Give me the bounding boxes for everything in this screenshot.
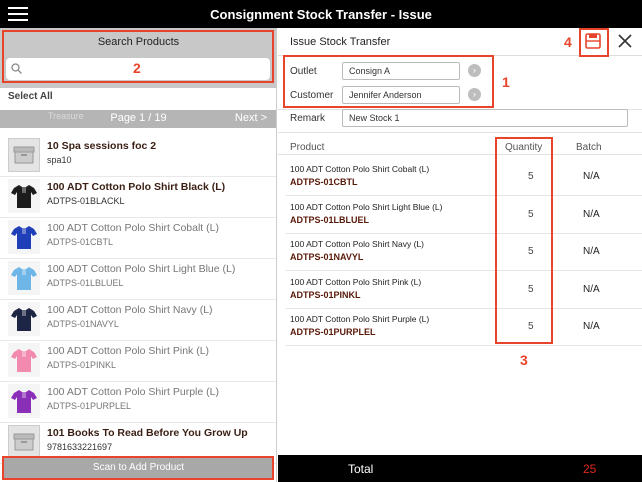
product-list-item[interactable]: 100 ADT Cotton Polo Shirt Light Blue (L)… — [0, 259, 276, 300]
callout-box-scan — [2, 456, 274, 480]
table-row[interactable]: 100 ADT Cotton Polo Shirt Pink (L) ADTPS-… — [286, 271, 642, 309]
callout-number-3: 3 — [520, 352, 528, 368]
product-list-item[interactable]: 100 ADT Cotton Polo Shirt Purple (L) ADTP… — [0, 382, 276, 423]
row-batch: N/A — [583, 321, 600, 332]
callout-number-4: 4 — [564, 34, 572, 50]
product-name: 101 Books To Read Before You Grow Up — [47, 427, 248, 439]
total-value: 25 — [583, 462, 597, 476]
shirt-icon — [8, 302, 40, 336]
box-icon — [8, 425, 40, 459]
product-name: 100 ADT Cotton Polo Shirt Light Blue (L) — [47, 263, 236, 275]
remark-field[interactable]: New Stock 1 — [342, 109, 628, 127]
row-batch: N/A — [583, 171, 600, 182]
row-product-code: ADTPS-01PURPLEL — [290, 327, 376, 337]
table-row[interactable]: 100 ADT Cotton Polo Shirt Navy (L) ADTPS-… — [286, 233, 642, 271]
product-name: 100 ADT Cotton Polo Shirt Black (L) — [47, 181, 226, 193]
table-header-divider — [278, 154, 642, 155]
product-name: 100 ADT Cotton Polo Shirt Cobalt (L) — [47, 222, 219, 234]
product-list: 10 Spa sessions foc 2 spa10 100 ADT Cotton… — [0, 136, 276, 464]
product-code: spa10 — [47, 155, 72, 165]
shirt-icon — [8, 384, 40, 418]
product-list-item[interactable]: 100 ADT Cotton Polo Shirt Pink (L) ADTPS-… — [0, 341, 276, 382]
callout-number-2: 2 — [133, 60, 141, 76]
issue-stock-transfer-title: Issue Stock Transfer — [290, 36, 391, 48]
table-row[interactable]: 100 ADT Cotton Polo Shirt Purple (L) ADTP… — [286, 308, 642, 346]
total-bar: Total 25 — [278, 455, 642, 482]
shirt-icon — [8, 343, 40, 377]
callout-box-1 — [283, 55, 494, 108]
table-row[interactable]: 100 ADT Cotton Polo Shirt Cobalt (L) ADTP… — [286, 158, 642, 196]
product-code: ADTPS-01BLACKL — [47, 196, 125, 206]
product-code: ADTPS-01PINKL — [47, 360, 117, 370]
shirt-icon — [8, 179, 40, 213]
row-product-code: ADTPS-01LBLUEL — [290, 214, 370, 225]
row-product-name: 100 ADT Cotton Polo Shirt Navy (L) — [290, 239, 425, 249]
row-product-name: 100 ADT Cotton Polo Shirt Purple (L) — [290, 314, 430, 324]
col-header-batch: Batch — [576, 142, 602, 153]
select-all-link[interactable]: Select All — [8, 91, 53, 102]
row-product-name: 100 ADT Cotton Polo Shirt Cobalt (L) — [290, 164, 430, 174]
row-product-name: 100 ADT Cotton Polo Shirt Pink (L) — [290, 276, 422, 287]
table-row[interactable]: 100 ADT Cotton Polo Shirt Light Blue (L)… — [286, 196, 642, 234]
shirt-icon — [8, 220, 40, 254]
product-list-item[interactable]: 10 Spa sessions foc 2 spa10 — [0, 136, 276, 177]
remark-label: Remark — [290, 113, 326, 124]
close-icon[interactable] — [618, 34, 632, 48]
product-code: ADTPS-01PURPLEL — [47, 401, 132, 411]
row-product-name: 100 ADT Cotton Polo Shirt Light Blue (L) — [290, 201, 443, 212]
product-code: ADTPS-01NAVYL — [47, 319, 119, 329]
product-name: 10 Spa sessions foc 2 — [47, 140, 157, 152]
product-code: ADTPS-01LBLUEL — [47, 278, 124, 288]
row-batch: N/A — [583, 208, 600, 220]
row-batch: N/A — [583, 283, 600, 295]
col-header-product: Product — [290, 142, 325, 153]
next-page-button[interactable]: Next > — [235, 112, 267, 124]
product-list-item[interactable]: 100 ADT Cotton Polo Shirt Cobalt (L) ADTP… — [0, 218, 276, 259]
product-code: 9781633221697 — [47, 442, 113, 452]
shirt-icon — [8, 261, 40, 295]
product-name: 100 ADT Cotton Polo Shirt Navy (L) — [47, 304, 213, 316]
product-list-item[interactable]: 100 ADT Cotton Polo Shirt Navy (L) ADTPS-… — [0, 300, 276, 341]
product-name: 100 ADT Cotton Polo Shirt Purple (L) — [47, 386, 219, 398]
callout-box-4 — [579, 28, 609, 57]
row-product-code: ADTPS-01PINKL — [290, 289, 361, 300]
product-code: ADTPS-01CBTL — [47, 237, 114, 247]
box-icon — [8, 138, 40, 172]
callout-box-3 — [495, 137, 553, 344]
title-bar: Consignment Stock Transfer - Issue — [0, 0, 642, 28]
field-divider — [278, 132, 642, 133]
page-title: Consignment Stock Transfer - Issue — [210, 7, 432, 22]
callout-number-1: 1 — [502, 74, 510, 90]
total-label: Total — [348, 462, 374, 476]
row-batch: N/A — [583, 246, 600, 257]
row-product-code: ADTPS-01CBTL — [290, 177, 358, 187]
product-search-panel: Search Products Select All Treasure Page… — [0, 28, 277, 482]
product-list-item[interactable]: 100 ADT Cotton Polo Shirt Black (L) ADTPS… — [0, 177, 276, 218]
pager-bar: Treasure Page 1 / 19 Next > — [0, 110, 276, 128]
product-name: 100 ADT Cotton Polo Shirt Pink (L) — [47, 345, 210, 357]
row-product-code: ADTPS-01NAVYL — [290, 252, 364, 262]
